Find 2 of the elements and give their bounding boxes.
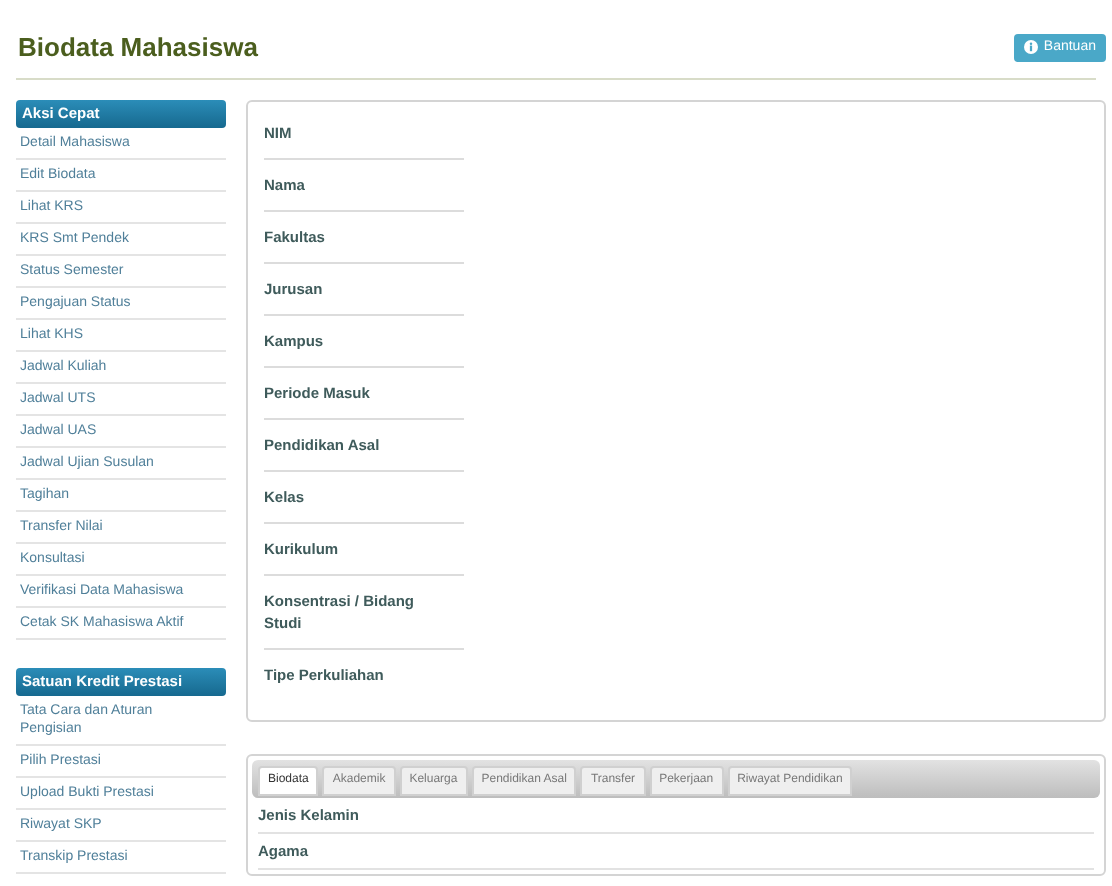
info-icon bbox=[1023, 40, 1038, 55]
page-title: Biodata Mahasiswa bbox=[18, 30, 258, 66]
